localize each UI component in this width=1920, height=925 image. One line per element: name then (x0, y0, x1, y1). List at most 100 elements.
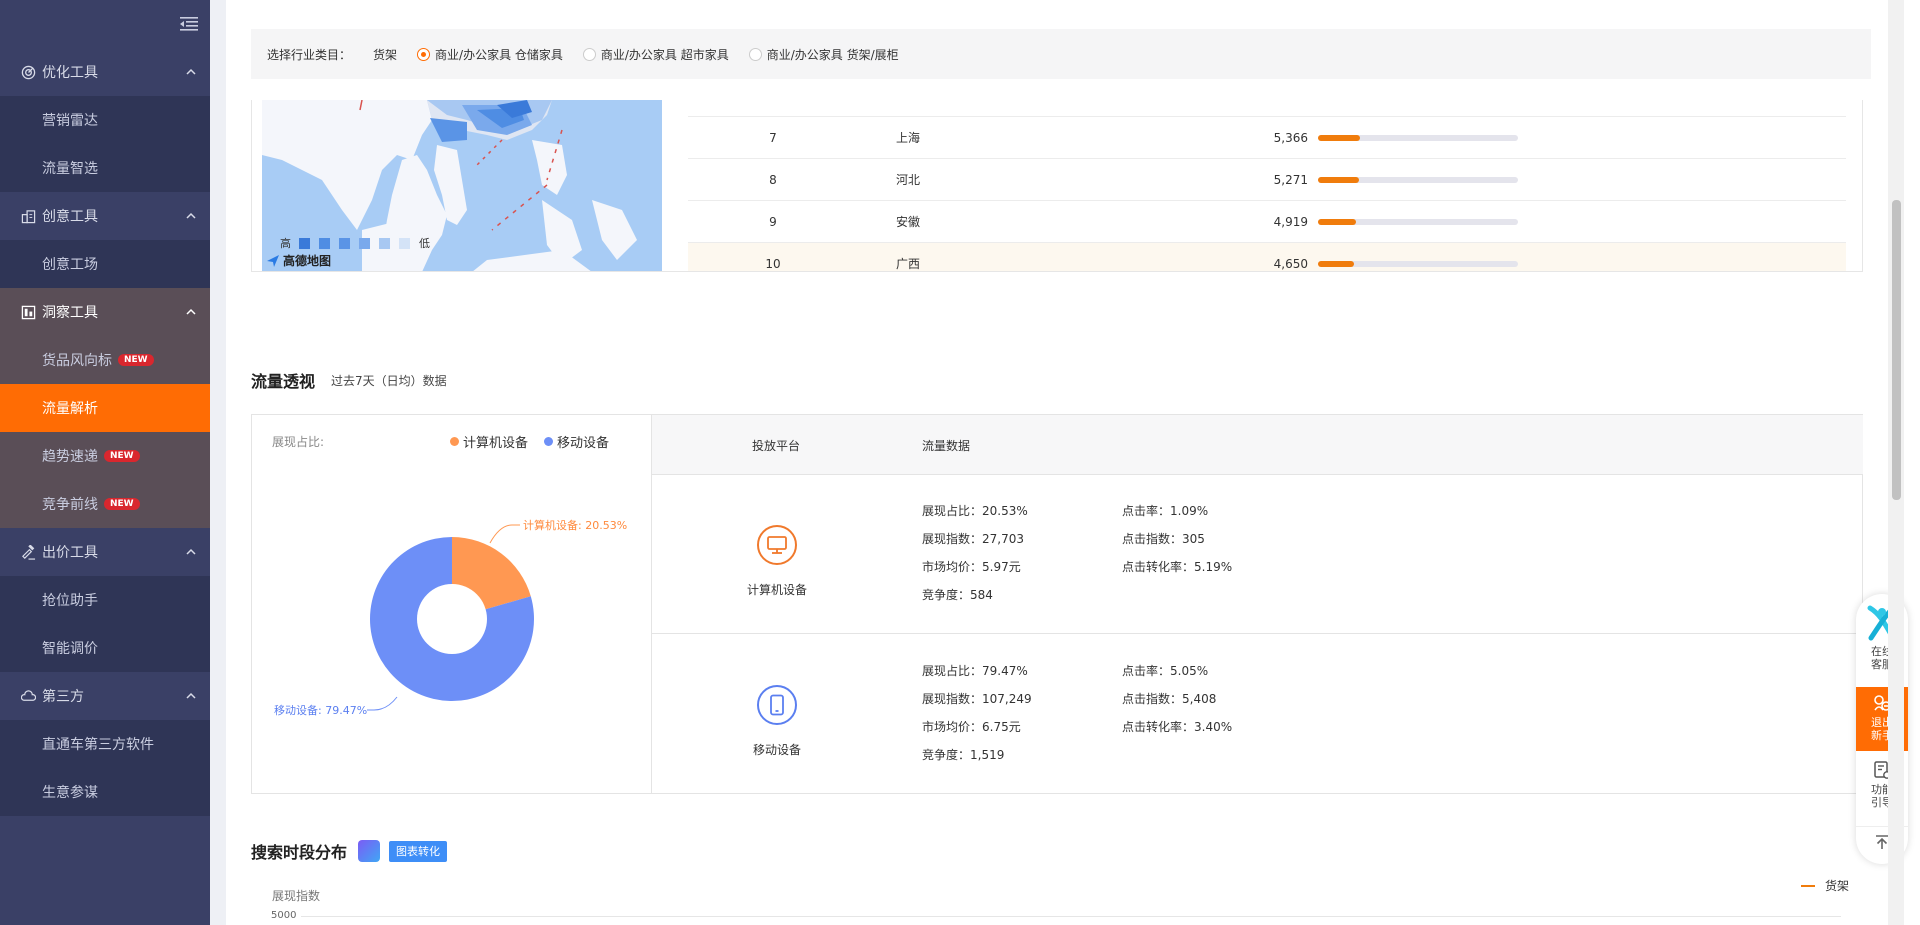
chevron-up-icon (186, 548, 196, 555)
category-option-storage[interactable]: 商业/办公家具 仓储家具 (417, 46, 563, 63)
pie-hole (417, 584, 487, 654)
sidebar-item-creative-workshop[interactable]: 创意工场 (0, 240, 210, 288)
rank-cell: 7 (769, 130, 777, 145)
pie-label-pc: 计算机设备: 20.53% (523, 518, 627, 532)
new-badge: NEW (118, 354, 154, 366)
sidebar-item-label: 生意参谋 (42, 785, 98, 801)
value-bar-fill (1318, 134, 1360, 141)
gridline (301, 916, 1841, 917)
new-badge: NEW (104, 498, 140, 510)
scrollbar-thumb[interactable] (1892, 200, 1901, 500)
rank-cell: 9 (769, 214, 777, 229)
province-cell: 上海 (895, 131, 920, 145)
bid-icon (20, 544, 36, 560)
value-bar-fill (1318, 218, 1356, 225)
category-option-supermarket[interactable]: 商业/办公家具 超市家具 (582, 46, 729, 63)
legend-series[interactable]: 货架 (1801, 877, 1849, 894)
value-cell: 5,271 (1273, 172, 1308, 187)
chart-convert-button[interactable]: 图表转化 (389, 841, 447, 862)
sidebar-item-trend-express[interactable]: 趋势速递 NEW (0, 432, 210, 480)
stat-cvr: 点击转化率：5.19% (1122, 560, 1233, 574)
radio-unchecked-icon (748, 47, 762, 61)
sidebar-item-label: 创意工场 (42, 257, 98, 273)
traffic-section-title: 流量透视 (251, 372, 316, 391)
search-time-title: 搜索时段分布 (251, 843, 348, 862)
legend-label: 货架 (1825, 879, 1850, 893)
stat-ctr: 点击率：5.05% (1122, 664, 1209, 678)
province-cell: 安徽 (895, 215, 920, 229)
sidebar-item-marketing-radar[interactable]: 营销雷达 (0, 96, 210, 144)
main-content: 选择行业类目： 货架 商业/办公家具 仓储家具 商业/办公家具 超市家具 商业/… (226, 0, 1908, 925)
value-cell: 4,650 (1273, 256, 1308, 271)
menu-collapse-icon[interactable] (180, 16, 198, 32)
header-traffic-data: 流量数据 (922, 439, 971, 453)
sidebar-item-business-advisor[interactable]: 生意参谋 (0, 768, 210, 816)
sidebar: 优化工具 营销雷达 流量智选 创意工具 创意工场 洞察工具 货品风向标 NEW 流… (0, 0, 210, 925)
stat-price: 市场均价：5.97元 (922, 560, 1021, 574)
stat-competition: 竞争度：1,519 (922, 748, 1005, 762)
sidebar-item-traffic-analysis[interactable]: 流量解析 (0, 384, 210, 432)
building-icon (20, 208, 36, 224)
sidebar-group-insight[interactable]: 洞察工具 (0, 288, 210, 336)
new-badge: NEW (104, 450, 140, 462)
legend-swatch (299, 237, 310, 249)
map-provider-logo: 高德地图 (266, 252, 331, 269)
page-scrollbar[interactable] (1888, 0, 1904, 925)
platform-row-pc: 计算机设备 展现占比：20.53% 点击率：1.09% 展现指数：27,703 … (652, 475, 1863, 634)
traffic-section-subtitle: 过去7天（日均）数据 (331, 374, 447, 388)
legend-swatch (379, 237, 390, 249)
sidebar-group-bidding[interactable]: 出价工具 (0, 528, 210, 576)
rank-cell: 8 (769, 172, 777, 187)
sidebar-item-label: 流量智选 (42, 161, 98, 177)
category-name: 货架 (373, 47, 398, 62)
device-share-pane: 展现占比: 计算机设备 移动设备 计算机设备: 20.53% 移动设备: 79.… (252, 415, 652, 793)
sidebar-group-optimize[interactable]: 优化工具 (0, 48, 210, 96)
sidebar-item-competition-front[interactable]: 竞争前线 NEW (0, 480, 210, 528)
sidebar-collapse-row (0, 0, 210, 48)
stat-share: 展现占比：20.53% (922, 504, 1028, 518)
sidebar-item-third-party-software[interactable]: 直通车第三方软件 (0, 720, 210, 768)
legend-swatch (339, 237, 350, 249)
value-cell: 5,366 (1273, 130, 1308, 145)
legend-line (1801, 884, 1815, 887)
sidebar-item-smart-bid[interactable]: 智能调价 (0, 624, 210, 672)
platform-name: 移动设备 (752, 743, 801, 757)
radio-label: 商业/办公家具 仓储家具 (435, 47, 563, 62)
stat-impressions: 展现指数：107,249 (922, 692, 1032, 706)
stat-clicks: 点击指数：305 (1122, 532, 1205, 546)
chevron-up-icon (186, 308, 196, 315)
sidebar-item-position-helper[interactable]: 抢位助手 (0, 576, 210, 624)
table-row-partial (688, 100, 1846, 117)
chevron-up-icon (186, 212, 196, 219)
map-logo-icon (267, 254, 279, 267)
legend-swatch (399, 237, 410, 249)
province-distribution: 高 低 高德地图 7 上海 5,366 8 河北 5,271 9 安徽 4,919 10 广西 4,6… (251, 100, 1863, 272)
stat-clicks: 点击指数：5,408 (1122, 692, 1217, 706)
sidebar-group-creative[interactable]: 创意工具 (0, 192, 210, 240)
radio-label: 商业/办公家具 货架/展柜 (766, 47, 899, 62)
pie-label-mobile: 移动设备: 79.47% (274, 703, 367, 717)
china-map[interactable]: 高 低 高德地图 (262, 100, 662, 271)
category-option-display-shelf[interactable]: 商业/办公家具 货架/展柜 (748, 46, 899, 63)
sidebar-item-label: 竞争前线 (42, 497, 98, 513)
table-row: 7 上海 5,366 (688, 117, 1846, 159)
sidebar-group-third-party[interactable]: 第三方 (0, 672, 210, 720)
map-legend-high: 高 (280, 237, 291, 250)
content-gutter (210, 0, 226, 925)
legend-swatch (359, 237, 370, 249)
category-selector: 选择行业类目： 货架 商业/办公家具 仓储家具 商业/办公家具 超市家具 商业/… (251, 29, 1871, 79)
device-pie-chart: 计算机设备: 20.53% 移动设备: 79.47% (274, 518, 627, 717)
platform-name: 计算机设备 (746, 583, 807, 597)
legend-swatch (319, 237, 330, 249)
sidebar-item-label: 货品风向标 (42, 353, 112, 369)
platform-table-header: 投放平台 流量数据 (652, 415, 1863, 475)
sidebar-group-label: 洞察工具 (42, 305, 98, 321)
phone-icon (757, 685, 797, 725)
radar-icon (20, 64, 36, 80)
sidebar-item-traffic-select[interactable]: 流量智选 (0, 144, 210, 192)
sidebar-item-label: 直通车第三方软件 (42, 737, 154, 753)
sidebar-item-product-trend[interactable]: 货品风向标 NEW (0, 336, 210, 384)
sidebar-group-label: 创意工具 (42, 209, 98, 225)
stat-competition: 竞争度：584 (922, 588, 993, 602)
value-bar (1318, 260, 1518, 267)
